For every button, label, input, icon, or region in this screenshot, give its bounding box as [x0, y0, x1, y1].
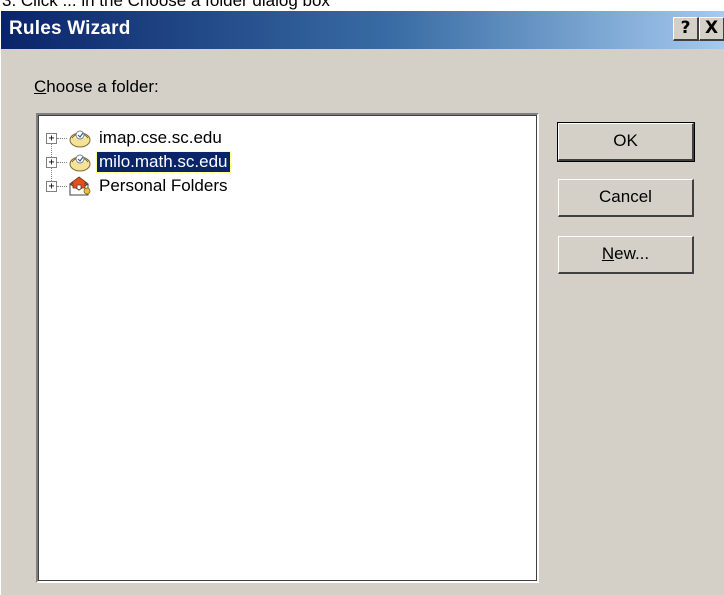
folder-label-text: hoose a folder:	[46, 77, 159, 96]
close-button[interactable]: X	[699, 17, 724, 41]
expand-plus-icon[interactable]: +	[46, 181, 57, 192]
tree-branch-line	[57, 138, 67, 139]
rules-wizard-dialog: Rules Wizard ? X Choose a folder: + imap…	[0, 10, 724, 595]
folder-tree[interactable]: + imap.cse.sc.edu + milo.math.sc.edu + P…	[36, 113, 539, 583]
new-folder-button[interactable]: New...	[558, 236, 694, 274]
tree-item[interactable]: + Personal Folders	[38, 175, 518, 199]
new-button-accesskey: N	[601, 244, 615, 263]
tree-branch-line	[57, 162, 67, 163]
help-button[interactable]: ?	[673, 17, 699, 41]
window-title: Rules Wizard	[9, 18, 131, 39]
ok-button[interactable]: OK	[557, 122, 695, 162]
personal-folders-icon	[69, 176, 91, 196]
tree-item-label: imap.cse.sc.edu	[99, 128, 222, 147]
tree-item-label-selected: milo.math.sc.edu	[96, 151, 231, 173]
tree-branch-line	[57, 186, 67, 187]
tree-item-label: Personal Folders	[99, 176, 228, 195]
tree-item[interactable]: + imap.cse.sc.edu	[38, 127, 518, 151]
title-bar[interactable]: Rules Wizard ? X	[1, 11, 724, 49]
document-caption-fragment: 3. Click ... in the Choose a folder dial…	[0, 0, 724, 10]
cancel-button[interactable]: Cancel	[558, 179, 694, 217]
mail-server-icon	[69, 154, 91, 172]
tree-item[interactable]: + milo.math.sc.edu	[38, 151, 518, 175]
expand-plus-icon[interactable]: +	[46, 133, 57, 144]
expand-plus-icon[interactable]: +	[46, 157, 57, 168]
caption-text: 3. Click ... in the Choose a folder dial…	[2, 0, 330, 10]
choose-folder-label: Choose a folder:	[34, 77, 159, 97]
mail-server-icon	[69, 130, 91, 148]
help-icon: ?	[680, 18, 691, 38]
new-button-text: ew...	[614, 244, 650, 263]
folder-label-accesskey: C	[34, 77, 47, 96]
close-icon: X	[704, 18, 719, 38]
